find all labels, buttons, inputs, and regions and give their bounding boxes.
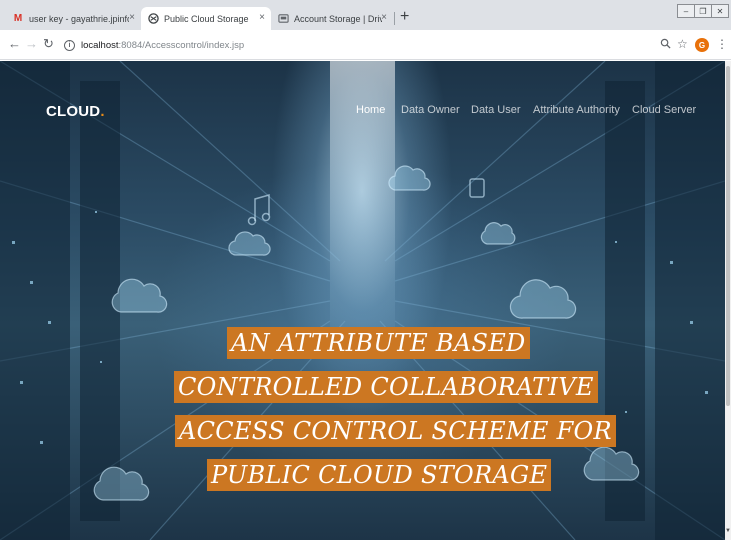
minimize-icon[interactable]: – <box>677 4 695 18</box>
hero-title-line: ACCESS CONTROL SCHEME FOR <box>175 415 616 447</box>
close-icon[interactable]: × <box>259 12 265 23</box>
hero-title-line: PUBLIC CLOUD STORAGE <box>207 459 552 491</box>
hero-title-banner: AN ATTRIBUTE BASED CONTROLLED COLLABORAT… <box>174 327 616 492</box>
bookmark-star-icon[interactable]: ☆ <box>677 38 688 50</box>
nav-cloud-server[interactable]: Cloud Server <box>632 104 696 116</box>
new-tab-button[interactable]: + <box>400 9 409 25</box>
hero-title-line: CONTROLLED COLLABORATIVE <box>174 371 598 403</box>
restore-icon[interactable]: ❐ <box>694 4 712 18</box>
tab-title: user key - gayathrie.jpinfotech@ <box>29 13 129 24</box>
tab-gmail[interactable]: M user key - gayathrie.jpinfotech@ × <box>6 7 141 30</box>
browser-toolbar: ← → ↻ i localhost:8084/Accesscontrol/ind… <box>0 30 731 60</box>
nav-data-owner[interactable]: Data Owner <box>401 104 460 116</box>
url-host: localhost <box>81 39 119 51</box>
info-icon[interactable]: i <box>64 39 75 51</box>
globe-icon <box>147 13 159 25</box>
drivehq-icon <box>277 13 289 25</box>
scrollbar-thumb[interactable] <box>726 66 730 406</box>
site-brand-logo[interactable]: CLOUD. <box>46 103 105 120</box>
forward-icon[interactable]: → <box>25 37 38 51</box>
url-path: :8084/Accesscontrol/index.jsp <box>118 39 245 51</box>
zoom-icon[interactable] <box>660 38 671 52</box>
hero-section: CLOUD. Home Data Owner Data User Attribu… <box>0 61 725 540</box>
tab-drivehq[interactable]: Account Storage | DriveHQ × <box>271 7 393 30</box>
tab-title: Public Cloud Storage <box>164 13 249 24</box>
close-icon[interactable]: × <box>381 12 387 23</box>
brand-dot: . <box>100 103 105 120</box>
reload-icon[interactable]: ↻ <box>43 37 54 51</box>
brand-text: CLOUD <box>46 103 101 120</box>
nav-home[interactable]: Home <box>356 104 385 116</box>
gmail-icon: M <box>13 13 23 24</box>
close-window-icon[interactable]: ✕ <box>711 4 729 18</box>
close-icon[interactable]: × <box>129 12 135 23</box>
nav-attribute-authority[interactable]: Attribute Authority <box>533 104 620 116</box>
menu-kebab-icon[interactable]: ⋮ <box>716 38 728 50</box>
address-bar[interactable]: i localhost:8084/Accesscontrol/index.jsp <box>64 35 664 55</box>
hero-title-line: AN ATTRIBUTE BASED <box>227 327 530 359</box>
tab-title: Account Storage | DriveHQ <box>294 13 382 24</box>
profile-avatar[interactable]: G <box>695 38 709 52</box>
browser-tab-strip: M user key - gayathrie.jpinfotech@ × Pub… <box>0 0 731 30</box>
nav-data-user[interactable]: Data User <box>471 104 521 116</box>
tab-public-cloud-storage[interactable]: Public Cloud Storage × <box>141 7 271 30</box>
scroll-down-arrow-icon[interactable]: ▼ <box>725 528 731 538</box>
back-icon[interactable]: ← <box>8 37 21 51</box>
tab-separator <box>394 12 395 25</box>
